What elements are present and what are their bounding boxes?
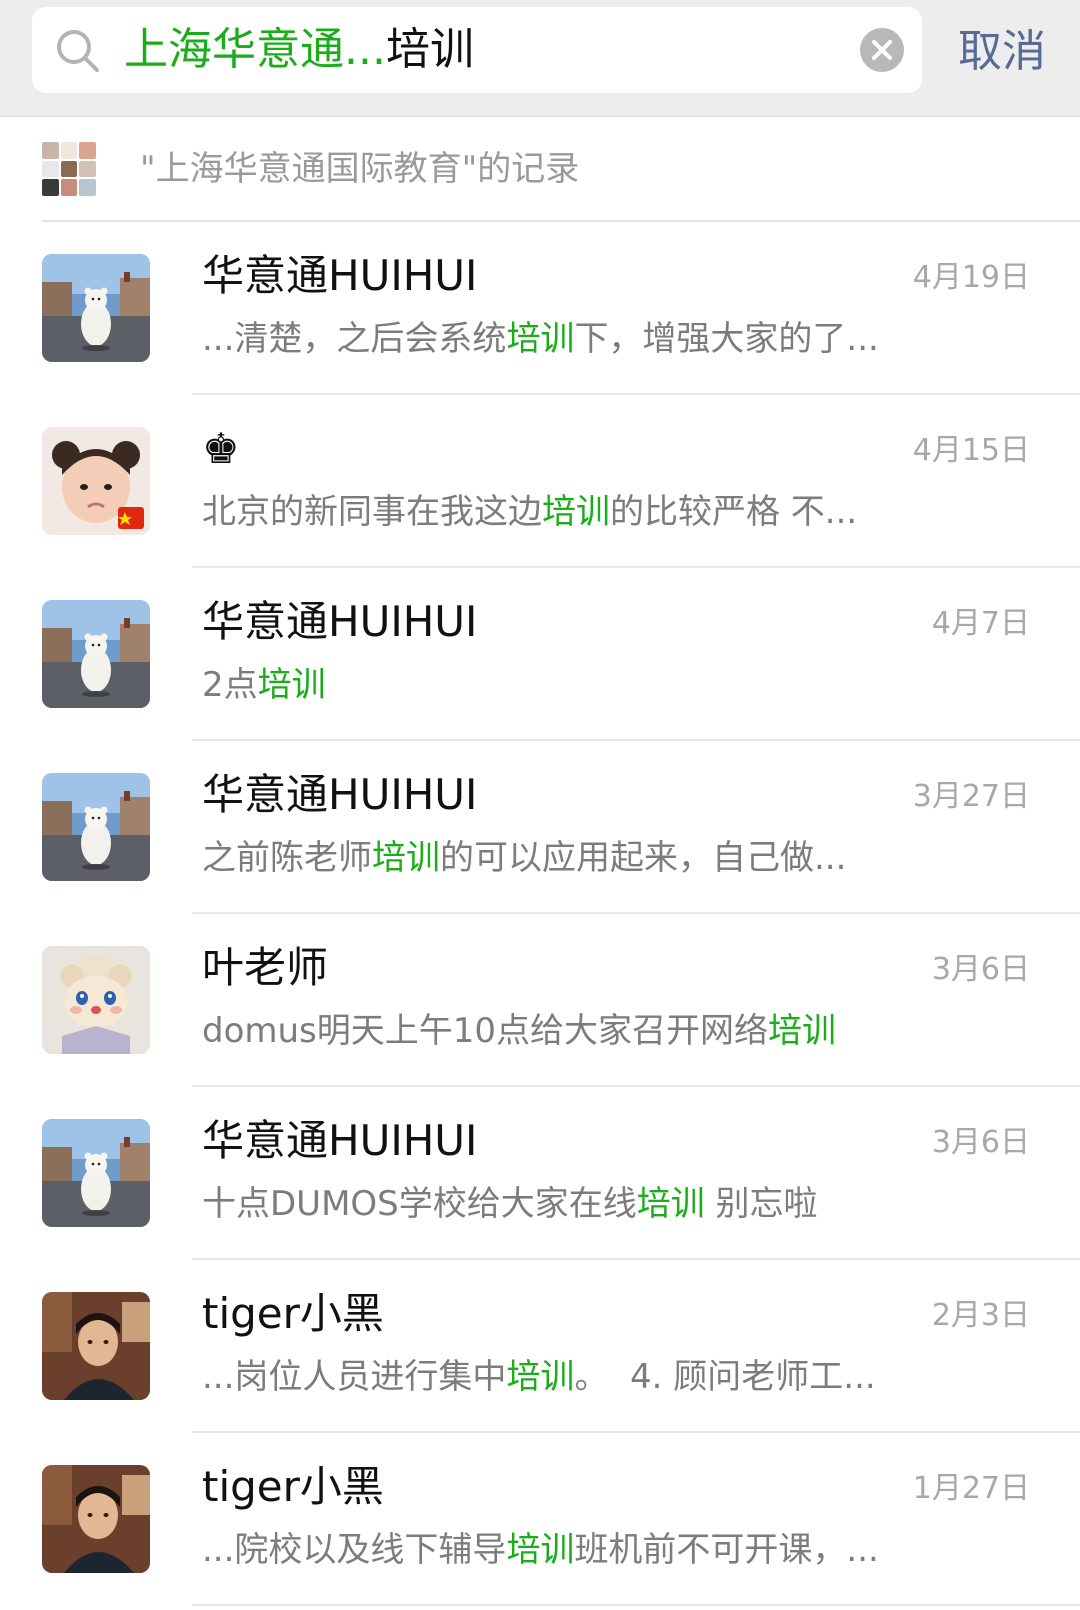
snippet-keyword-highlight: 培训 xyxy=(768,1011,837,1051)
search-bar: 上海华意通...培训 取消 xyxy=(0,0,1080,117)
snippet-after: 别忘啦 xyxy=(704,1184,818,1224)
message-snippet: 十点DUMOS学校给大家在线培训 别忘啦 xyxy=(202,1177,1042,1231)
snippet-before: ...清楚，之后会系统 xyxy=(202,319,507,359)
message-date: 1月27日 xyxy=(912,1471,1030,1506)
snippet-before: 十点DUMOS学校给大家在线 xyxy=(202,1184,637,1224)
message-snippet: ...院校以及线下辅导培训班机前不可开课，... xyxy=(202,1523,1042,1577)
message-snippet: ...岗位人员进行集中培训。 4. 顾问老师工... xyxy=(202,1350,1042,1404)
avatar xyxy=(42,1119,150,1227)
snippet-after: 。 4. 顾问老师工... xyxy=(574,1357,876,1397)
message-snippet: 2点培训 xyxy=(202,658,1042,712)
search-results-list: 华意通HUIHUI 4月19日 ...清楚，之后会系统培训下，增强大家的了... ♚ 4… xyxy=(0,222,1080,1606)
contact-name: 华意通HUIHUI xyxy=(202,251,478,300)
snippet-after: 班机前不可开课，... xyxy=(574,1530,879,1570)
snippet-before: ...岗位人员进行集中 xyxy=(202,1357,507,1397)
contact-name: tiger小黑 xyxy=(202,1462,384,1511)
message-date: 3月6日 xyxy=(931,1125,1030,1160)
snippet-keyword-highlight: 培训 xyxy=(542,492,610,532)
snippet-keyword-highlight: 培训 xyxy=(506,1530,575,1570)
chat-result-row[interactable]: 叶老师 3月6日 domus明天上午10点给大家召开网络培训 xyxy=(0,914,1080,1087)
contact-name: 华意通HUIHUI xyxy=(202,597,478,646)
snippet-after: 下，增强大家的了... xyxy=(574,319,879,359)
avatar xyxy=(42,946,150,1054)
message-date: 4月19日 xyxy=(912,260,1030,295)
chat-result-row[interactable]: tiger小黑 1月27日 ...院校以及线下辅导培训班机前不可开课，... xyxy=(0,1433,1080,1606)
snippet-keyword-highlight: 培训 xyxy=(636,1184,705,1224)
group-record-label: "上海华意通国际教育"的记录 xyxy=(140,149,580,189)
message-date: 4月7日 xyxy=(931,606,1030,641)
cancel-button[interactable]: 取消 xyxy=(958,0,1046,104)
divider xyxy=(192,1604,1080,1606)
clear-search-button[interactable] xyxy=(860,28,904,72)
chat-result-row[interactable]: 华意通HUIHUI 3月6日十点DUMOS学校给大家在线培训 别忘啦 xyxy=(0,1087,1080,1260)
close-icon xyxy=(872,40,892,60)
message-date: 3月27日 xyxy=(912,779,1030,814)
avatar xyxy=(42,1292,150,1400)
avatar xyxy=(42,254,150,362)
message-snippet: 北京的新同事在我这边培训的比较严格 不... xyxy=(202,485,1042,539)
avatar xyxy=(42,1465,150,1573)
message-date: 2月3日 xyxy=(931,1298,1030,1333)
search-query-prefix: 上海华意通... xyxy=(124,24,386,75)
snippet-before: domus明天上午10点给大家召开网络 xyxy=(202,1011,769,1051)
message-snippet: ...清楚，之后会系统培训下，增强大家的了... xyxy=(202,312,1042,366)
message-date: 4月15日 xyxy=(912,433,1030,468)
chat-result-row[interactable]: tiger小黑 2月3日 ...岗位人员进行集中培训。 4. 顾问老师工... xyxy=(0,1260,1080,1433)
message-snippet: 之前陈老师培训的可以应用起来，自己做... xyxy=(202,831,1042,885)
snippet-keyword-highlight: 培训 xyxy=(506,1357,575,1397)
search-query: 上海华意通...培训 xyxy=(124,7,474,93)
avatar xyxy=(42,600,150,708)
avatar xyxy=(42,427,150,535)
contact-name: 华意通HUIHUI xyxy=(202,1116,478,1165)
search-icon xyxy=(57,30,99,72)
group-record-row[interactable]: "上海华意通国际教育"的记录 xyxy=(0,116,1080,222)
chat-result-row[interactable]: 华意通HUIHUI 4月19日 ...清楚，之后会系统培训下，增强大家的了... xyxy=(0,222,1080,395)
chat-result-row[interactable]: 华意通HUIHUI 4月7日 2点培训 xyxy=(0,568,1080,741)
snippet-keyword-highlight: 培训 xyxy=(506,319,575,359)
snippet-keyword-highlight: 培训 xyxy=(372,838,440,878)
message-snippet: domus明天上午10点给大家召开网络培训 xyxy=(202,1004,1042,1058)
snippet-after: 的可以应用起来，自己做... xyxy=(440,838,847,878)
contact-name: 华意通HUIHUI xyxy=(202,770,478,819)
group-avatar xyxy=(42,142,96,196)
avatar xyxy=(42,773,150,881)
snippet-after: 的比较严格 不... xyxy=(610,492,858,532)
search-input[interactable]: 上海华意通...培训 xyxy=(32,7,922,93)
message-date: 3月6日 xyxy=(931,952,1030,987)
contact-name: tiger小黑 xyxy=(202,1289,384,1338)
chat-result-row[interactable]: 华意通HUIHUI 3月27日之前陈老师培训的可以应用起来，自己做... xyxy=(0,741,1080,914)
contact-name: ♚ xyxy=(202,424,240,473)
search-query-keyword: 培训 xyxy=(385,24,474,75)
contact-name: 叶老师 xyxy=(202,943,329,992)
snippet-before: 之前陈老师 xyxy=(202,838,372,878)
snippet-before: ...院校以及线下辅导 xyxy=(202,1530,507,1570)
snippet-keyword-highlight: 培训 xyxy=(257,665,326,705)
snippet-before: 2点 xyxy=(202,665,258,705)
chat-result-row[interactable]: ♚ 4月15日北京的新同事在我这边培训的比较严格 不... xyxy=(0,395,1080,568)
snippet-before: 北京的新同事在我这边 xyxy=(202,492,542,532)
